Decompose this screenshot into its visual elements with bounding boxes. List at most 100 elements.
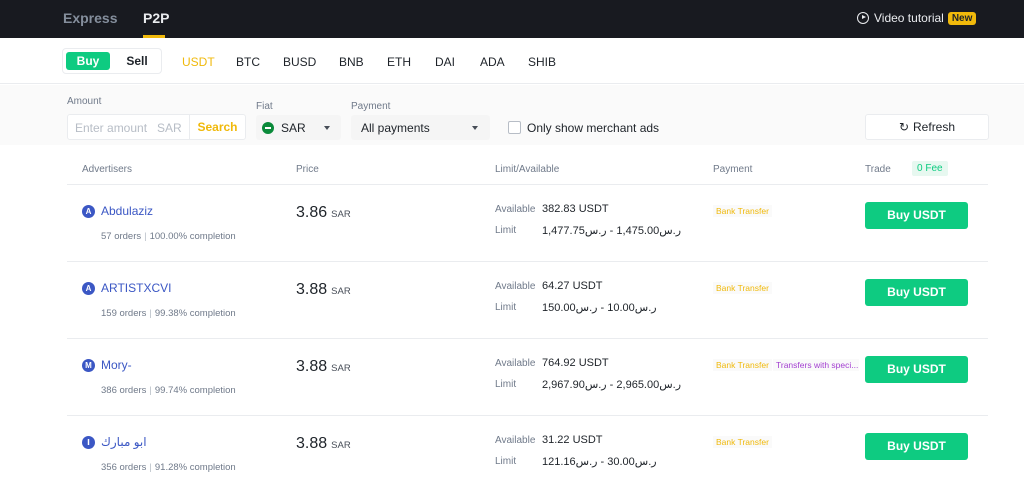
limit-label: Limit (495, 225, 517, 236)
header-trade: Trade (865, 164, 891, 175)
avatar: ا (82, 436, 95, 449)
payment-method-tag: Bank Transfer (713, 282, 772, 294)
search-button[interactable]: Search (189, 115, 245, 139)
price-value: 3.88 (296, 435, 328, 452)
price: 3.88 SAR (296, 435, 351, 453)
available-label: Available (495, 281, 536, 292)
price-unit: SAR (331, 363, 351, 374)
header-limit-available: Limit/Available (495, 164, 560, 175)
available-value: 64.27 USDT (542, 280, 603, 292)
limit-value: ر.س10.00 - ر.س150.00 (542, 302, 657, 314)
asset-tab-eth[interactable]: ETH (387, 55, 411, 69)
avatar: A (82, 282, 95, 295)
sell-toggle-button[interactable]: Sell (115, 52, 159, 70)
asset-tab-btc[interactable]: BTC (236, 55, 260, 69)
zero-fee-badge: 0 Fee (912, 161, 948, 176)
asset-tab-busd[interactable]: BUSD (283, 55, 316, 69)
chevron-down-icon (472, 126, 478, 130)
amount-label: Amount (67, 96, 102, 107)
buy-usdt-button[interactable]: Buy USDT (865, 433, 968, 460)
payment-method-tag: Bank Transfer (713, 205, 772, 217)
new-badge: New (947, 11, 977, 25)
order-count: 386 orders (101, 385, 147, 396)
tab-p2p[interactable]: P2P (143, 10, 169, 26)
available-value: 764.92 USDT (542, 357, 609, 369)
fiat-label: Fiat (256, 101, 273, 112)
play-circle-icon (857, 12, 869, 24)
completion-rate: 99.38% completion (154, 308, 236, 319)
merchant-only-checkbox[interactable] (508, 121, 521, 134)
advertiser-stats: 386 orders | 99.74% completion (101, 385, 236, 396)
price: 3.86 SAR (296, 204, 351, 222)
buy-usdt-button[interactable]: Buy USDT (865, 279, 968, 306)
table-row: M Mory- 386 orders | 99.74% completion 3.8… (67, 339, 988, 416)
advertiser-stats: 159 orders | 99.38% completion (101, 308, 236, 319)
price-value: 3.86 (296, 204, 328, 221)
completion-rate: 99.74% completion (154, 385, 236, 396)
tab-express[interactable]: Express (63, 10, 117, 26)
completion-rate: 91.28% completion (154, 462, 236, 473)
video-tutorial-link[interactable]: Video tutorial New (857, 11, 977, 25)
refresh-label: Refresh (913, 120, 956, 134)
order-count: 57 orders (101, 231, 142, 242)
refresh-icon: ↻ (898, 120, 910, 134)
advertiser-stats: 356 orders | 91.28% completion (101, 462, 236, 473)
limit-label: Limit (495, 456, 517, 467)
available-value: 382.83 USDT (542, 203, 609, 215)
payment-label: Payment (351, 101, 391, 112)
completion-rate: 100.00% completion (149, 231, 236, 242)
table-row: A ARTISTXCVI 159 orders | 99.38% completio… (67, 262, 988, 339)
advertiser-name[interactable]: ابو مبارك (101, 435, 147, 449)
price: 3.88 SAR (296, 281, 351, 299)
video-tutorial-label: Video tutorial (874, 11, 944, 25)
price-value: 3.88 (296, 358, 328, 375)
chevron-down-icon (324, 126, 330, 130)
price-unit: SAR (331, 209, 351, 220)
payment-method-tag: Transfers with speci... (773, 359, 859, 371)
limit-value: ر.س1,475.00 - ر.س1,477.75 (542, 225, 682, 237)
amount-field[interactable]: Enter amount SAR Search (67, 114, 246, 140)
payment-method-tag: Bank Transfer (713, 359, 772, 371)
limit-label: Limit (495, 302, 517, 313)
header-price: Price (296, 164, 319, 175)
price-value: 3.88 (296, 281, 328, 298)
payment-value: All payments (361, 121, 430, 135)
asset-bar: Buy Sell USDT BTC BUSD BNB ETH DAI ADA S… (0, 38, 1024, 84)
saudi-flag-icon (262, 122, 274, 134)
amount-currency: SAR (157, 121, 182, 135)
fiat-select[interactable]: SAR (256, 115, 341, 140)
advertiser-name[interactable]: ARTISTXCVI (101, 281, 171, 295)
order-count: 356 orders (101, 462, 147, 473)
asset-tab-dai[interactable]: DAI (435, 55, 455, 69)
price-unit: SAR (331, 440, 351, 451)
avatar: M (82, 359, 95, 372)
asset-tab-bnb[interactable]: BNB (339, 55, 364, 69)
payment-method-tag: Bank Transfer (713, 436, 772, 448)
advertiser-stats: 57 orders | 100.00% completion (101, 231, 236, 242)
header-advertisers: Advertisers (82, 164, 133, 175)
header-payment: Payment (713, 164, 753, 175)
payment-select[interactable]: All payments (351, 115, 490, 140)
top-nav-bar: Express P2P Video tutorial New (0, 0, 1024, 38)
available-label: Available (495, 358, 536, 369)
table-row: A Abdulaziz 57 orders | 100.00% completion… (67, 185, 988, 262)
asset-tab-shib[interactable]: SHIB (528, 55, 556, 69)
buy-usdt-button[interactable]: Buy USDT (865, 356, 968, 383)
buy-toggle-button[interactable]: Buy (66, 52, 110, 70)
advertiser-name[interactable]: Abdulaziz (101, 204, 153, 218)
asset-tab-ada[interactable]: ADA (480, 55, 505, 69)
advertiser-name[interactable]: Mory- (101, 358, 132, 372)
limit-value: ر.س2,965.00 - ر.س2,967.90 (542, 379, 682, 391)
amount-input[interactable]: Enter amount (75, 121, 147, 135)
limit-label: Limit (495, 379, 517, 390)
table-row: ا ابو مبارك 356 orders | 91.28% completion… (67, 416, 988, 493)
buy-usdt-button[interactable]: Buy USDT (865, 202, 968, 229)
available-value: 31.22 USDT (542, 434, 603, 446)
refresh-button[interactable]: ↻ Refresh (865, 114, 989, 140)
fiat-value: SAR (281, 121, 306, 135)
order-count: 159 orders (101, 308, 147, 319)
available-label: Available (495, 435, 536, 446)
asset-tab-usdt[interactable]: USDT (182, 55, 215, 69)
merchant-only-label: Only show merchant ads (527, 121, 660, 135)
buy-sell-toggle: Buy Sell (62, 48, 162, 74)
